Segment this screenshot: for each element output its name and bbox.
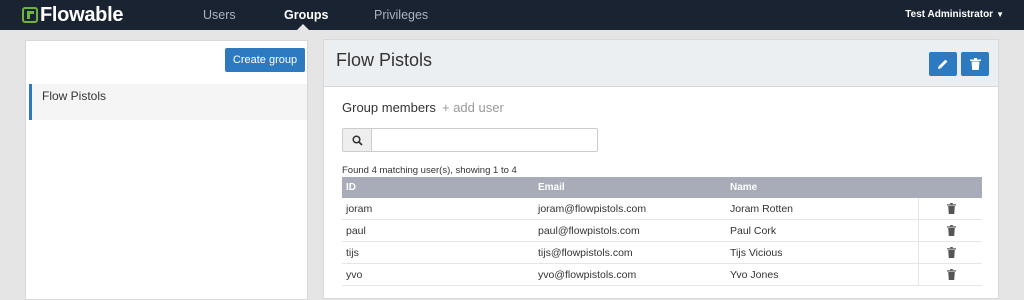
trash-icon bbox=[946, 269, 956, 280]
logo-text: Flowable bbox=[40, 3, 124, 26]
user-menu-label: Test Administrator bbox=[905, 9, 994, 20]
groups-list-panel: Create group Flow Pistols bbox=[25, 40, 308, 300]
results-count: Found 4 matching user(s), showing 1 to 4 bbox=[342, 165, 517, 176]
table-header: ID Email Name bbox=[342, 177, 982, 198]
group-members-heading: Group members bbox=[342, 100, 436, 115]
group-detail-panel: Flow Pistols Group members + add user Fo… bbox=[323, 39, 999, 299]
trash-icon bbox=[946, 203, 956, 214]
chevron-down-icon: ▼ bbox=[996, 10, 1004, 19]
remove-member-button[interactable] bbox=[918, 242, 983, 263]
group-list-item[interactable]: Flow Pistols bbox=[29, 84, 307, 120]
cell-email: paul@flowpistols.com bbox=[538, 225, 640, 237]
add-user-link[interactable]: + add user bbox=[442, 100, 504, 115]
trash-icon bbox=[946, 247, 956, 258]
nav-users[interactable]: Users bbox=[203, 8, 236, 22]
edit-group-button[interactable] bbox=[929, 52, 957, 76]
remove-member-button[interactable] bbox=[918, 220, 983, 241]
nav-groups[interactable]: Groups bbox=[284, 8, 328, 22]
cell-name: Yvo Jones bbox=[730, 269, 779, 281]
cell-id: joram bbox=[346, 203, 373, 215]
trash-icon bbox=[969, 58, 981, 70]
delete-group-button[interactable] bbox=[961, 52, 989, 76]
remove-member-button[interactable] bbox=[918, 264, 983, 285]
member-search-input[interactable] bbox=[372, 129, 596, 151]
search-icon bbox=[343, 129, 372, 151]
user-menu[interactable]: Test Administrator ▼ bbox=[905, 9, 1004, 20]
nav-privileges[interactable]: Privileges bbox=[374, 8, 428, 22]
members-table: ID Email Name joram joram@flowpistols.co… bbox=[342, 177, 982, 286]
cell-name: Tijs Vicious bbox=[730, 247, 783, 259]
table-row[interactable]: yvo yvo@flowpistols.com Yvo Jones bbox=[342, 264, 982, 286]
active-nav-indicator bbox=[297, 24, 309, 30]
table-row[interactable]: joram joram@flowpistols.com Joram Rotten bbox=[342, 198, 982, 220]
flowable-logo[interactable]: Flowable bbox=[22, 4, 123, 26]
cell-id: paul bbox=[346, 225, 366, 237]
cell-name: Paul Cork bbox=[730, 225, 777, 237]
create-group-button[interactable]: Create group bbox=[225, 48, 305, 72]
panel-header: Flow Pistols bbox=[324, 40, 998, 87]
cell-id: yvo bbox=[346, 269, 363, 281]
member-search bbox=[342, 128, 598, 152]
column-header-id[interactable]: ID bbox=[346, 177, 356, 198]
column-header-email[interactable]: Email bbox=[538, 177, 565, 198]
top-navbar: Flowable Users Groups Privileges Test Ad… bbox=[0, 0, 1024, 30]
cell-email: joram@flowpistols.com bbox=[538, 203, 647, 215]
table-row[interactable]: paul paul@flowpistols.com Paul Cork bbox=[342, 220, 982, 242]
cell-name: Joram Rotten bbox=[730, 203, 794, 215]
cell-email: yvo@flowpistols.com bbox=[538, 269, 637, 281]
remove-member-button[interactable] bbox=[918, 198, 983, 219]
group-title: Flow Pistols bbox=[336, 50, 433, 70]
logo-icon bbox=[22, 7, 38, 23]
column-header-name[interactable]: Name bbox=[730, 177, 757, 198]
table-row[interactable]: tijs tijs@flowpistols.com Tijs Vicious bbox=[342, 242, 982, 264]
trash-icon bbox=[946, 225, 956, 236]
pencil-icon bbox=[938, 59, 948, 69]
cell-email: tijs@flowpistols.com bbox=[538, 247, 633, 259]
cell-id: tijs bbox=[346, 247, 359, 259]
